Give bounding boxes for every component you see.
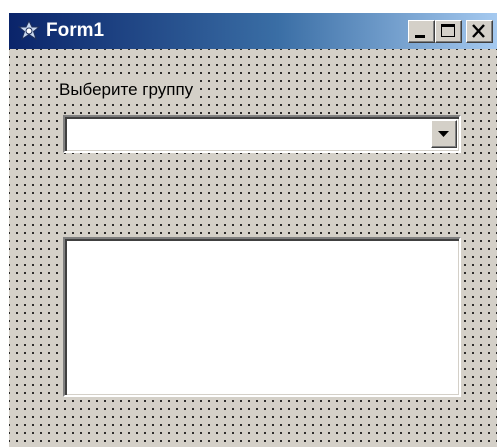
- window-title: Form1: [46, 20, 105, 41]
- delphi-form-icon[interactable]: [17, 19, 41, 42]
- maximize-icon: [441, 24, 455, 37]
- group-combobox[interactable]: [63, 115, 461, 153]
- close-button[interactable]: [466, 20, 493, 43]
- minimize-icon: [415, 35, 425, 38]
- maximize-button[interactable]: [435, 20, 462, 43]
- group-label: Выберите группу: [59, 79, 196, 101]
- form-client-area: Выберите группу: [9, 49, 497, 447]
- minimize-button[interactable]: [408, 20, 435, 43]
- form-window: Form1 Выберите группу: [8, 12, 497, 447]
- chevron-down-icon: [438, 131, 449, 137]
- title-bar[interactable]: Form1: [9, 13, 497, 49]
- close-icon: [472, 24, 485, 38]
- result-listbox[interactable]: [63, 237, 461, 397]
- combobox-dropdown-button[interactable]: [431, 120, 457, 148]
